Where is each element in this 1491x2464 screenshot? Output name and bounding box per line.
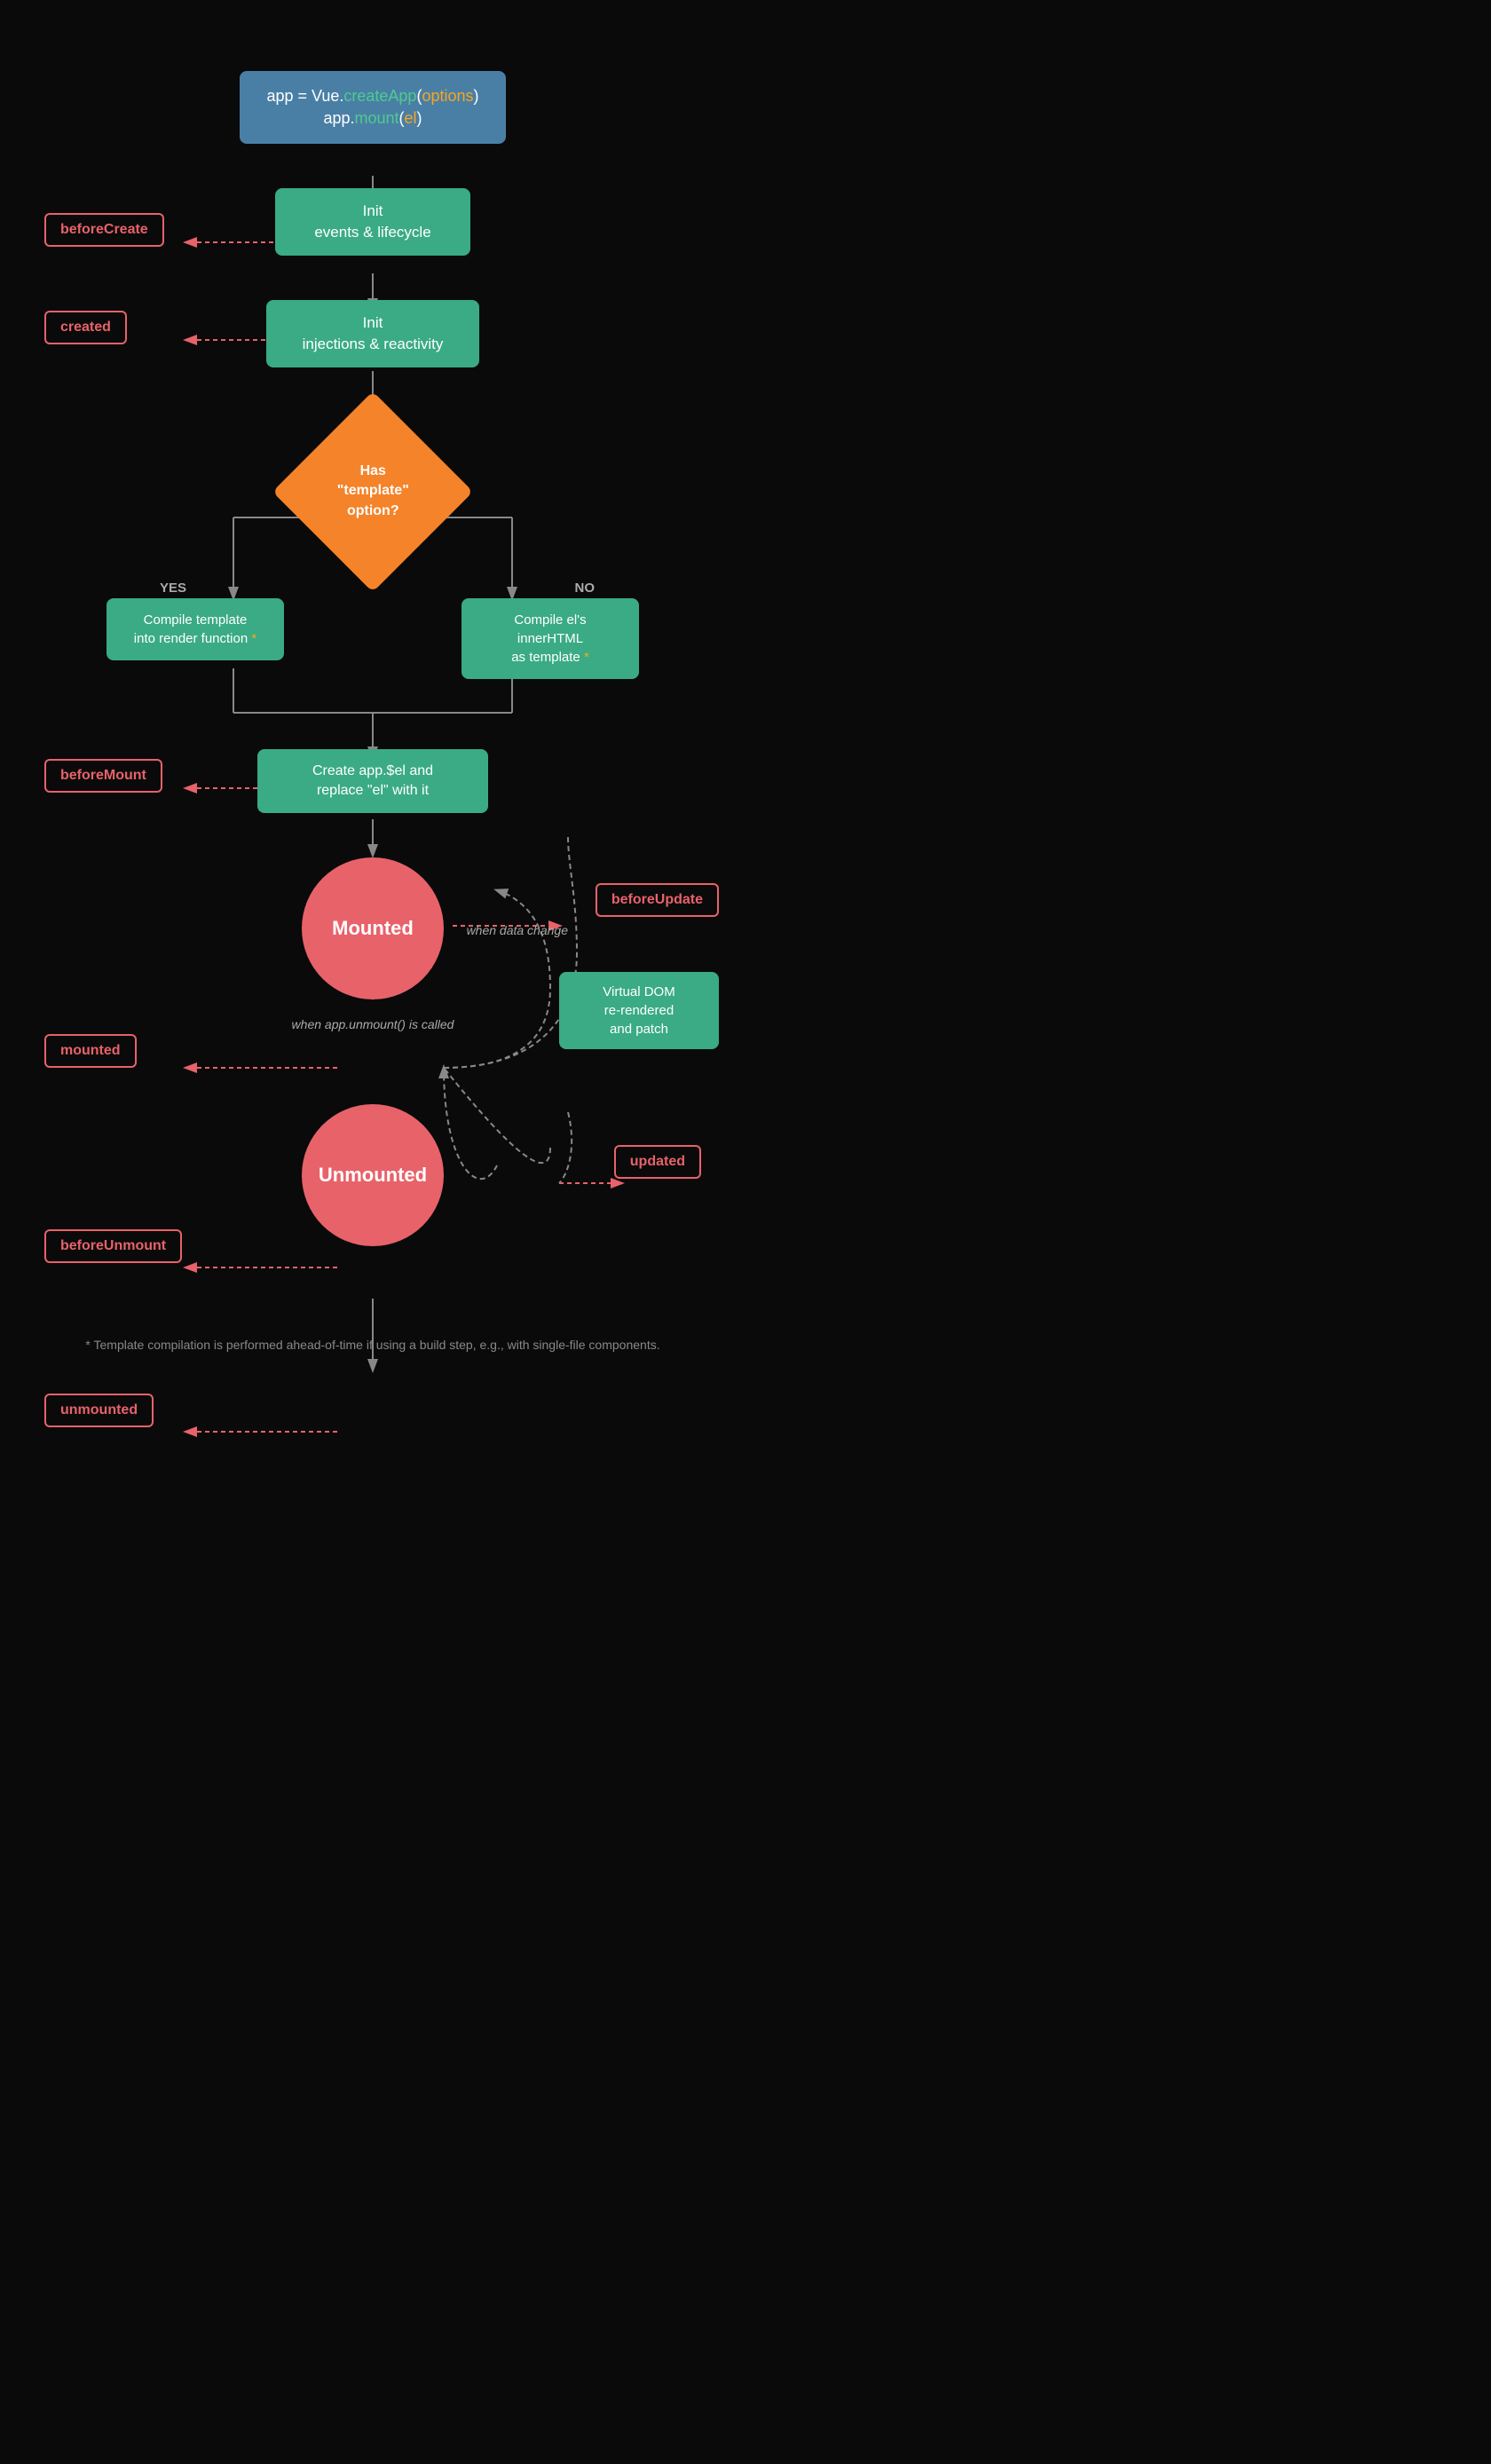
create-el-box: Create app.$el andreplace "el" with it bbox=[257, 749, 488, 814]
mounted-hook-label: mounted bbox=[44, 1034, 137, 1068]
virtual-dom-text: Virtual DOMre-renderedand patch bbox=[603, 984, 674, 1037]
paren-close: ) bbox=[474, 87, 479, 105]
yes-label: YES bbox=[160, 580, 186, 596]
diamond-text: Has"template" option? bbox=[337, 463, 409, 518]
footnote-text: * Template compilation is performed ahea… bbox=[85, 1338, 659, 1352]
mounted-circle-text: Mounted bbox=[332, 917, 414, 940]
mounted-circle: Mounted bbox=[302, 857, 444, 999]
mount-highlight: mount bbox=[354, 109, 398, 127]
options-highlight: options bbox=[422, 87, 473, 105]
init-events-box: Initevents & lifecycle bbox=[275, 188, 470, 256]
before-mount-label: beforeMount bbox=[44, 759, 162, 793]
app-mount-line2: app. bbox=[323, 109, 354, 127]
init-injections-text: Initinjections & reactivity bbox=[303, 314, 444, 352]
created-label: created bbox=[44, 311, 127, 344]
create-el-text: Create app.$el andreplace "el" with it bbox=[312, 763, 433, 798]
app-init-line1: app = Vue. bbox=[266, 87, 343, 105]
footnote: * Template compilation is performed ahea… bbox=[85, 1335, 659, 1354]
app-init-box: app = Vue.createApp(options) app.mount(e… bbox=[240, 71, 505, 144]
paren2-close: ) bbox=[417, 109, 422, 127]
when-data-change-label: when data change bbox=[467, 923, 568, 939]
compile-template-box: Compile templateinto render function * bbox=[106, 598, 284, 660]
create-app-highlight: createApp bbox=[343, 87, 416, 105]
before-unmount-label: beforeUnmount bbox=[44, 1229, 182, 1263]
el-highlight: el bbox=[405, 109, 417, 127]
unmounted-hook-label: unmounted bbox=[44, 1394, 154, 1427]
compile-inner-text: Compile el's innerHTMLas template * bbox=[511, 612, 589, 665]
unmounted-circle: Unmounted bbox=[302, 1104, 444, 1246]
template-option-diamond: Has"template" option? bbox=[302, 421, 444, 563]
before-create-label: beforeCreate bbox=[44, 213, 164, 247]
unmounted-circle-text: Unmounted bbox=[319, 1164, 427, 1187]
init-injections-box: Initinjections & reactivity bbox=[266, 300, 479, 367]
updated-label: updated bbox=[614, 1145, 701, 1179]
compile-inner-box: Compile el's innerHTMLas template * bbox=[462, 598, 639, 679]
virtual-dom-box: Virtual DOMre-renderedand patch bbox=[559, 972, 719, 1049]
when-unmount-label: when app.unmount() is called bbox=[292, 1017, 454, 1033]
lifecycle-diagram: app = Vue.createApp(options) app.mount(e… bbox=[0, 36, 746, 2411]
compile-template-text: Compile templateinto render function * bbox=[134, 612, 256, 646]
before-update-label: beforeUpdate bbox=[596, 883, 719, 917]
init-events-text: Initevents & lifecycle bbox=[314, 202, 430, 241]
no-label: NO bbox=[575, 580, 596, 596]
